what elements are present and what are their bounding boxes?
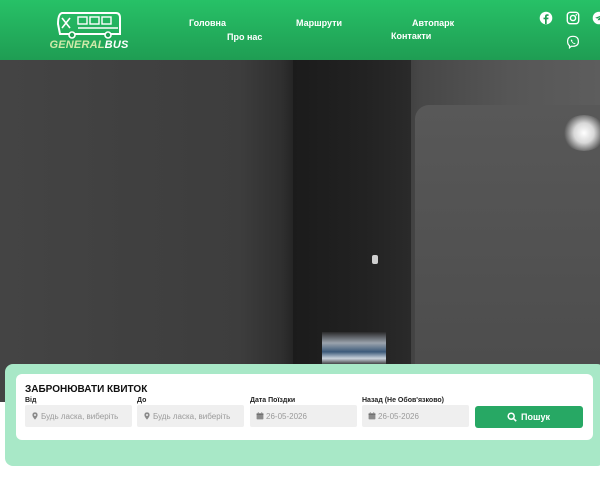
hero-bolt (372, 255, 378, 264)
instagram-icon[interactable] (566, 11, 580, 25)
facebook-icon[interactable] (539, 11, 553, 25)
to-label: До (137, 397, 147, 404)
logo-text: GENERALBUS (48, 39, 130, 51)
logo-text-general: GENERAL (49, 39, 105, 51)
return-date-value: 26-05-2026 (378, 412, 419, 421)
telegram-icon[interactable] (592, 11, 600, 25)
search-button[interactable]: Пошук (475, 406, 583, 428)
from-select[interactable]: Будь ласка, виберіть (25, 405, 132, 427)
nav-routes[interactable]: Маршрути (296, 18, 342, 28)
return-date-label: Назад (Не Обов'язково) (362, 397, 445, 404)
viber-icon[interactable] (566, 35, 580, 50)
location-pin-icon (144, 412, 150, 420)
to-placeholder: Будь ласка, виберіть (153, 412, 231, 421)
date-value: 26-05-2026 (266, 412, 307, 421)
site-header: GENERALBUS Головна Маршрути Автопарк Про… (0, 0, 600, 60)
nav-contacts[interactable]: Контакти (391, 31, 431, 41)
date-label: Дата Поїздки (250, 397, 296, 404)
calendar-icon (256, 412, 264, 420)
location-pin-icon (32, 412, 38, 420)
date-field[interactable]: 26-05-2026 (250, 405, 357, 427)
generalbus-logo[interactable]: GENERALBUS (48, 10, 130, 51)
search-icon (507, 412, 517, 422)
from-placeholder: Будь ласка, виберіть (41, 412, 119, 421)
hero-image (0, 60, 600, 402)
to-select[interactable]: Будь ласка, виберіть (137, 405, 244, 427)
search-button-label: Пошук (521, 412, 550, 422)
bus-logo-icon (56, 12, 121, 39)
nav-home[interactable]: Головна (189, 18, 226, 28)
from-label: Від (25, 397, 37, 404)
nav-about[interactable]: Про нас (227, 32, 262, 42)
booking-title: ЗАБРОНЮВАТИ КВИТОК (25, 384, 148, 395)
logo-text-bus: BUS (104, 39, 129, 51)
nav-fleet[interactable]: Автопарк (412, 18, 454, 28)
return-date-field[interactable]: 26-05-2026 (362, 405, 469, 427)
calendar-icon (368, 412, 376, 420)
hero-light (562, 115, 600, 151)
hero-bus-door (415, 105, 600, 402)
